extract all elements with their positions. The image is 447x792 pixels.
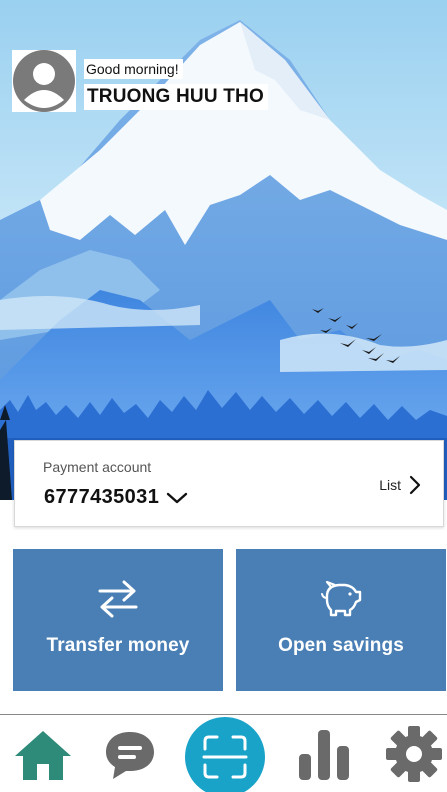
chat-icon	[106, 732, 154, 779]
greeting-text: Good morning!	[84, 59, 183, 79]
list-label: List	[379, 477, 401, 493]
nav-statistics[interactable]	[293, 727, 355, 783]
account-label: Payment account	[43, 459, 152, 475]
payment-account-card: Payment account 6777435031 List	[14, 440, 444, 527]
bar-chart-icon	[299, 730, 349, 780]
nav-chat[interactable]	[100, 727, 160, 783]
person-icon	[13, 50, 75, 112]
open-savings-button[interactable]: Open savings	[236, 549, 446, 691]
chevron-right-icon	[409, 475, 421, 495]
nav-scan[interactable]	[185, 717, 265, 792]
gear-icon	[386, 726, 442, 782]
avatar[interactable]	[12, 50, 76, 112]
transfer-money-label: Transfer money	[46, 635, 190, 656]
nav-home[interactable]	[12, 727, 74, 783]
open-savings-label: Open savings	[278, 635, 404, 656]
bottom-navigation	[0, 714, 447, 792]
user-name: TRUONG HUU THO	[84, 84, 268, 110]
scan-icon	[202, 735, 248, 779]
transfer-arrows-icon	[98, 580, 138, 618]
nav-settings[interactable]	[384, 723, 444, 785]
transfer-money-button[interactable]: Transfer money	[13, 549, 223, 691]
account-number[interactable]: 6777435031	[44, 486, 159, 509]
chevron-down-icon[interactable]	[165, 489, 189, 507]
account-list-link[interactable]: List	[379, 475, 421, 495]
piggy-bank-icon	[321, 580, 362, 617]
home-icon	[15, 731, 71, 780]
